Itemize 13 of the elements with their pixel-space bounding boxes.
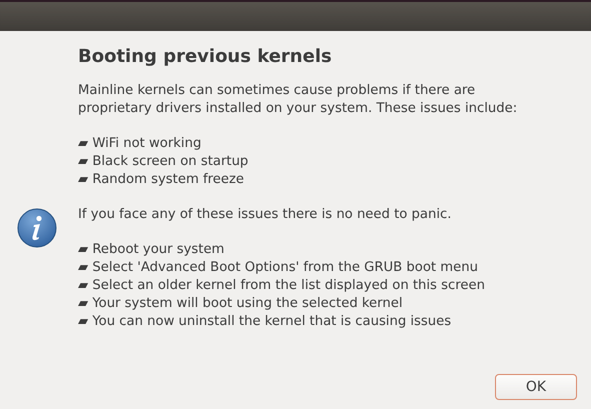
- list-item: ▰ Select 'Advanced Boot Options' from the GRUB boot menu: [78, 258, 479, 277]
- dialog-heading: Booting previous kernels: [78, 46, 333, 68]
- list-item: ▰ Reboot your system: [78, 240, 226, 259]
- list-item: ▰ WiFi not working: [78, 134, 202, 153]
- list-item: ▰ Your system will boot using the selected kernel: [78, 294, 404, 313]
- list-item: ▰ Random system freeze: [78, 170, 246, 189]
- paragraph-text: Mainline kernels can sometimes cause problems if there are proprietary drivers installed on your system. These issues include:: [78, 82, 518, 118]
- ok-button[interactable]: OK: [495, 374, 577, 400]
- list-item: ▰ You can now uninstall the kernel that is causing issues: [78, 312, 452, 331]
- list-item: ▰ Black screen on startup: [78, 152, 250, 171]
- info-icon: [16, 208, 58, 250]
- paragraph-text: If you face any of these issues there is no need to panic.: [78, 206, 452, 224]
- list-item: ▰ Select an older kernel from the list displayed on this screen: [78, 276, 486, 295]
